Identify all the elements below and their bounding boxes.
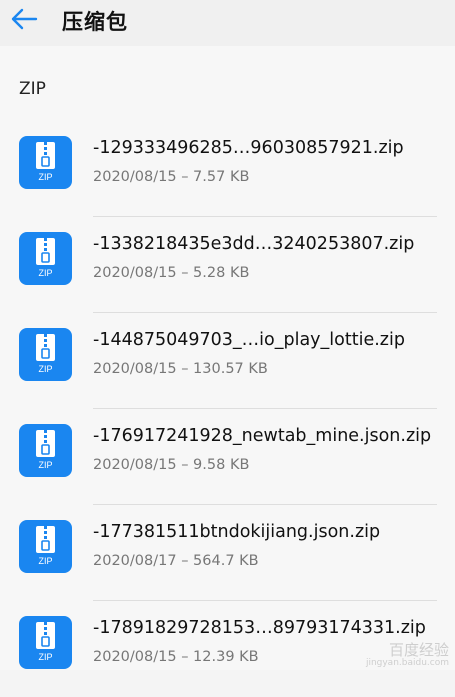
file-date: 2020/08/15 xyxy=(93,265,177,281)
zipper-graphic xyxy=(36,142,55,169)
file-list-panel: ZIP ZIP -129333496285…96030857921.zip 20… xyxy=(0,46,455,670)
file-name: -17891829728153…89793174331.zip xyxy=(93,618,426,638)
file-meta: 2020/08/15 – 12.39 KB xyxy=(93,649,259,665)
section-header-zip: ZIP xyxy=(19,79,46,99)
file-row[interactable]: ZIP -144875049703_…io_play_lottie.zip 20… xyxy=(0,313,455,409)
meta-separator: – xyxy=(181,265,189,281)
zipper-graphic xyxy=(36,334,55,361)
meta-separator: – xyxy=(181,169,189,185)
file-name: -129333496285…96030857921.zip xyxy=(93,138,404,158)
file-row[interactable]: ZIP -1338218435e3dd…3240253807.zip 2020/… xyxy=(0,217,455,313)
file-name: -177381511btndokijiang.json.zip xyxy=(93,522,381,542)
file-size: 130.57 KB xyxy=(193,361,268,377)
meta-separator: – xyxy=(181,649,189,665)
file-date: 2020/08/17 xyxy=(93,553,177,569)
file-date: 2020/08/15 xyxy=(93,457,177,473)
zip-icon-label: ZIP xyxy=(38,460,53,470)
file-meta: 2020/08/15 – 5.28 KB xyxy=(93,265,249,281)
file-meta: 2020/08/15 – 9.58 KB xyxy=(93,457,249,473)
zip-icon-label: ZIP xyxy=(38,172,53,182)
file-size: 12.39 KB xyxy=(193,649,259,665)
file-meta: 2020/08/15 – 130.57 KB xyxy=(93,361,268,377)
watermark-text: 百度经验 xyxy=(388,641,449,659)
page-title: 压缩包 xyxy=(62,10,128,34)
watermark-url: jingyan.baidu.com xyxy=(365,658,449,668)
watermark: 百度经验 jingyan.baidu.com xyxy=(366,642,449,668)
back-arrow-icon xyxy=(11,8,38,30)
meta-separator: – xyxy=(181,457,189,473)
meta-separator: – xyxy=(181,361,189,377)
zipper-graphic xyxy=(36,622,55,649)
file-date: 2020/08/15 xyxy=(93,361,177,377)
meta-separator: – xyxy=(181,553,189,569)
file-name: -144875049703_…io_play_lottie.zip xyxy=(93,330,405,350)
file-meta: 2020/08/15 – 7.57 KB xyxy=(93,169,249,185)
file-date: 2020/08/15 xyxy=(93,649,177,665)
file-size: 5.28 KB xyxy=(193,265,250,281)
zipper-graphic xyxy=(36,238,55,265)
file-date: 2020/08/15 xyxy=(93,169,177,185)
zip-file-icon: ZIP xyxy=(19,424,72,477)
zip-file-icon: ZIP xyxy=(19,520,72,573)
file-size: 7.57 KB xyxy=(193,169,250,185)
file-row[interactable]: ZIP -177381511btndokijiang.json.zip 2020… xyxy=(0,505,455,601)
file-list: ZIP -129333496285…96030857921.zip 2020/0… xyxy=(0,121,455,697)
zip-file-icon: ZIP xyxy=(19,328,72,381)
zip-icon-label: ZIP xyxy=(38,364,53,374)
file-row[interactable]: ZIP -176917241928_newtab_mine.json.zip 2… xyxy=(0,409,455,505)
file-size: 9.58 KB xyxy=(193,457,250,473)
top-bar: 压缩包 xyxy=(0,0,455,46)
zip-file-icon: ZIP xyxy=(19,136,72,189)
file-size: 564.7 KB xyxy=(193,553,259,569)
file-name: -1338218435e3dd…3240253807.zip xyxy=(93,234,415,254)
file-name: -176917241928_newtab_mine.json.zip xyxy=(93,426,432,446)
zip-file-icon: ZIP xyxy=(19,616,72,669)
zipper-graphic xyxy=(36,526,55,553)
zip-icon-label: ZIP xyxy=(38,652,53,662)
zipper-graphic xyxy=(36,430,55,457)
back-button[interactable] xyxy=(8,5,40,33)
zip-file-icon: ZIP xyxy=(19,232,72,285)
file-row[interactable]: ZIP -129333496285…96030857921.zip 2020/0… xyxy=(0,121,455,217)
zip-icon-label: ZIP xyxy=(38,268,53,278)
zip-icon-label: ZIP xyxy=(38,556,53,566)
file-meta: 2020/08/17 – 564.7 KB xyxy=(93,553,259,569)
